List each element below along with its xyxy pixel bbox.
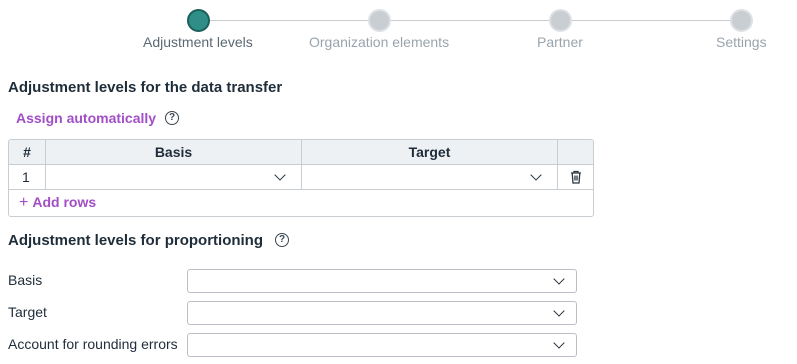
- transfer-section-title: Adjustment levels for the data transfer: [8, 79, 283, 96]
- add-rows-label: Add rows: [32, 194, 97, 210]
- rounding-errors-select[interactable]: [187, 333, 577, 357]
- step-4-label[interactable]: Settings: [716, 34, 767, 50]
- wizard-stepper: Adjustment levels Organization elements …: [0, 0, 797, 60]
- step-3-indicator[interactable]: [549, 9, 572, 32]
- proportioning-section-title: Adjustment levels for proportioning: [8, 232, 264, 249]
- table-header: # Basis Target: [9, 140, 593, 165]
- column-header-target[interactable]: Target: [302, 140, 558, 165]
- step-connector: [391, 20, 549, 21]
- column-header-basis[interactable]: Basis: [46, 140, 302, 165]
- chevron-down-icon: [553, 337, 565, 349]
- rounding-errors-label: Account for rounding errors: [8, 336, 178, 352]
- proportioning-target-select[interactable]: [187, 301, 577, 325]
- step-connector: [572, 20, 730, 21]
- step-connector: [210, 20, 369, 21]
- help-icon[interactable]: ?: [275, 233, 289, 247]
- step-4-indicator[interactable]: [730, 9, 753, 32]
- basis-select[interactable]: [46, 165, 302, 189]
- step-2-label[interactable]: Organization elements: [309, 34, 449, 50]
- chevron-down-icon: [553, 305, 565, 317]
- row-index: 1: [9, 165, 46, 189]
- basis-label: Basis: [8, 272, 43, 288]
- adjustment-levels-table: # Basis Target 1 + Add rows: [8, 139, 594, 217]
- column-header-index: #: [9, 140, 46, 165]
- step-1-indicator[interactable]: [187, 9, 210, 32]
- add-rows-button[interactable]: + Add rows: [19, 194, 96, 212]
- target-label: Target: [8, 304, 47, 320]
- proportioning-basis-select[interactable]: [187, 269, 577, 293]
- help-icon[interactable]: ?: [165, 111, 179, 125]
- assign-automatically-link[interactable]: Assign automatically: [16, 110, 156, 126]
- step-1-label[interactable]: Adjustment levels: [143, 34, 253, 50]
- chevron-down-icon: [530, 169, 542, 181]
- table-row: 1: [9, 165, 593, 190]
- column-header-actions: [558, 140, 593, 165]
- step-3-label[interactable]: Partner: [537, 34, 583, 50]
- chevron-down-icon: [274, 169, 286, 181]
- delete-row-button[interactable]: [558, 165, 593, 189]
- plus-icon: +: [19, 194, 29, 211]
- chevron-down-icon: [553, 273, 565, 285]
- step-2-indicator[interactable]: [368, 9, 391, 32]
- trash-icon: [571, 170, 581, 184]
- target-select[interactable]: [302, 165, 558, 189]
